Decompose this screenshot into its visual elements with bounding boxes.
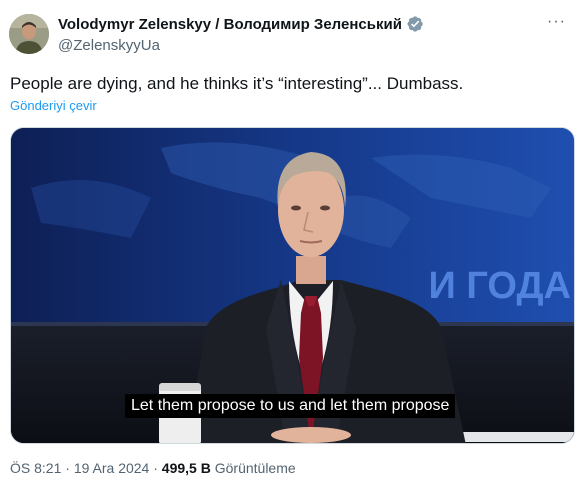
meta-separator: · [65,460,70,476]
video-player[interactable]: И ГОДА Let them propose to us and let th… [10,127,575,444]
backdrop-text: И ГОДА [429,265,571,307]
more-options-icon[interactable]: ··· [547,14,566,30]
views-label: Görüntüleme [214,460,296,476]
views-count: 499,5 B [161,460,211,476]
author-display-name[interactable]: Volodymyr Zelenskyy / Володимир Зеленськ… [58,16,402,33]
author-handle[interactable]: @ZelenskyyUa [58,37,160,54]
post-time[interactable]: ÖS 8:21 [10,460,61,476]
translate-link[interactable]: Gönderiyi çevir [10,98,97,113]
video-subtitle: Let them propose to us and let them prop… [125,394,456,418]
avatar[interactable] [9,14,49,54]
verified-badge-icon [407,16,423,32]
meta-separator: · [153,460,158,476]
author-row: Volodymyr Zelenskyy / Володимир Зеленськ… [58,15,424,33]
tweet-text: People are dying, and he thinks it’s “in… [10,74,464,93]
post-date[interactable]: 19 Ara 2024 [74,460,150,476]
tweet-meta: ÖS 8:21 · 19 Ara 2024 · 499,5 B Görüntül… [10,460,296,476]
profile-photo [9,14,49,54]
